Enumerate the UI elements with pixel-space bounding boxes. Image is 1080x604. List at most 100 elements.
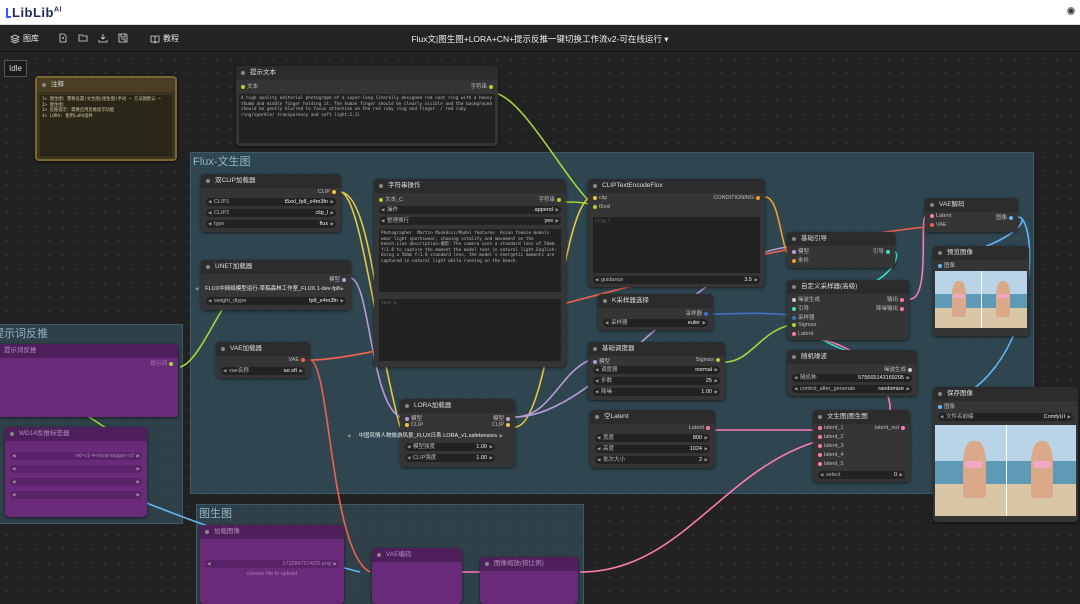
output-sigmas[interactable]: Sigmas (696, 357, 722, 363)
input-text-c[interactable]: 文本_C (377, 195, 403, 203)
input-latent-5[interactable]: latent_5 (816, 461, 844, 467)
operation-widget[interactable]: 操作append (379, 206, 561, 214)
basic-scheduler-node[interactable]: 基础调度器 模型 Sigmas 调度器normal 步数25 降噪1.00 (588, 342, 725, 400)
string-a-textarea[interactable]: Photographer Martin Munkácsi/Model featu… (379, 229, 561, 292)
clip-l-textarea[interactable]: clip_l (593, 217, 760, 273)
height-widget[interactable]: 高度1024 (595, 445, 710, 453)
sampler-widget[interactable]: 采样器euler (603, 319, 708, 327)
node-canvas[interactable]: Flux-文生图 提示词反推 图生图 Idle 注释 1> 图生图：需要设置(文… (0, 52, 1080, 604)
input-latent[interactable]: Latent (928, 213, 951, 219)
vae-encode-node[interactable]: VAE编码 (372, 548, 462, 604)
input-model[interactable]: 模型 (790, 247, 809, 255)
output-clip[interactable]: CLIP (318, 189, 338, 195)
input-guider[interactable]: 引导 (790, 304, 809, 312)
tagger-model-widget[interactable]: wd-v1-4-moat-tagger-v2 (10, 452, 142, 460)
input-latent-1[interactable]: latent_1 (816, 425, 844, 431)
preview-image-node[interactable]: 预览图像 图像 (933, 246, 1029, 336)
settings-icon[interactable] (1067, 7, 1075, 15)
random-noise-node[interactable]: 随机噪波 噪波生成 随机种575665143169205 control_aft… (787, 350, 917, 396)
output-latent[interactable]: Latent (689, 425, 712, 431)
input-sigmas[interactable]: Sigmas (790, 322, 816, 328)
unet-name-widget[interactable]: FLUX中网络模型运行-草稿森林工作室_FLUX.1-dev-fp8 (193, 285, 346, 293)
upload-button[interactable]: choose file to upload (200, 571, 344, 577)
input-latent-3[interactable]: latent_3 (816, 443, 844, 449)
custom-sampler-advanced-node[interactable]: 自定义采样器(高级) 噪波生成 引导 采样器 Sigmas Latent 输出 … (787, 280, 909, 340)
output-clip[interactable]: CLIP (492, 422, 512, 428)
output-output[interactable]: 输出 (887, 295, 906, 303)
preview-image[interactable] (935, 271, 1027, 328)
load-image-node[interactable]: 加载图像 1732847574ZD.png choose file to upl… (200, 525, 344, 604)
tagger-exclude-widget[interactable] (10, 491, 142, 499)
select-widget[interactable]: select0 (818, 471, 905, 479)
clip-text-encode-flux-node[interactable]: CLIPTextEncodeFlux clip t5xxl CONDITIONI… (588, 179, 765, 287)
output-guider[interactable]: 引导 (873, 247, 892, 255)
image-scale-node[interactable]: 图像缩放(按比例) (480, 557, 578, 604)
weight-dtype-widget[interactable]: weight_dtypefp8_e4m3fn (206, 297, 346, 305)
noise-seed-widget[interactable]: 随机种575665143169205 (792, 374, 912, 382)
guidance-widget[interactable]: guidance3.5 (593, 276, 760, 284)
vae-decode-node[interactable]: VAE解码 Latent VAE 图像 (925, 198, 1018, 232)
unet-loader-node[interactable]: UNET加载器 模型 FLUX中网络模型运行-草稿森林工作室_FLUX.1-de… (195, 260, 351, 310)
width-widget[interactable]: 宽度800 (595, 434, 710, 442)
prompt-textarea[interactable]: A high quality editorial photograph of a… (239, 94, 495, 143)
input-text[interactable]: 文本 (239, 82, 258, 90)
ksampler-select-node[interactable]: K采样器选择 采样器 采样器euler (598, 294, 713, 330)
type-widget[interactable]: typeflux (206, 220, 336, 228)
input-vae[interactable]: VAE (928, 222, 947, 228)
input-image[interactable]: 图像 (936, 402, 955, 410)
empty-latent-node[interactable]: 空Latent Latent 宽度800 高度1024 批次大小2 (590, 410, 715, 468)
output-latent[interactable]: latent_out (875, 425, 907, 431)
output-image[interactable]: 图像 (996, 213, 1015, 221)
input-sampler[interactable]: 采样器 (790, 313, 815, 321)
tagger-threshold-widget[interactable] (10, 465, 142, 473)
steps-widget[interactable]: 步数25 (593, 377, 720, 385)
output-conditioning[interactable]: CONDITIONING (713, 195, 762, 201)
save-image-node[interactable]: 保存图像 图像 文件名前缀ComfyUI (933, 387, 1078, 522)
note-text[interactable]: 1> 图生图：需要设置(文生图|图生图)手动 ~ 方法图默认 ~2> 图生图： 3… (40, 95, 172, 156)
prompt-text-node[interactable]: 提示文本 文本 字符串 A high quality editorial pho… (236, 66, 498, 146)
wd14-tagger-node[interactable]: WD14反推标签器 wd-v1-4-moat-tagger-v2 (5, 427, 147, 517)
input-image[interactable]: 图像 (936, 261, 955, 269)
workflow-title[interactable]: Flux文|图生图+LORA+CN+提示反推一键切换工作流v2-可在线运行 ▾ (0, 33, 1080, 45)
saved-image[interactable] (935, 425, 1076, 516)
output-sampler[interactable]: 采样器 (685, 309, 710, 317)
output-model[interactable]: 模型 (329, 275, 348, 283)
liblib-logo[interactable]: LibLibAI (6, 5, 62, 20)
t2i-i2i-switch-node[interactable]: 文生图|图生图 latent_1 latent_2 latent_3 laten… (813, 410, 910, 482)
clip1-widget[interactable]: CLIP1t5xxl_fp8_e4m3fn (206, 198, 336, 206)
filename-prefix-widget[interactable]: 文件名前缀ComfyUI (938, 413, 1073, 421)
clip2-widget[interactable]: CLIP2clip_l (206, 209, 336, 217)
tidy-newline-widget[interactable]: 整理换行yes (379, 217, 561, 225)
vae-name-widget[interactable]: vae名称ae.sft (221, 367, 305, 375)
tagger-char-threshold-widget[interactable] (10, 478, 142, 486)
prompt-reverse-node[interactable]: 提示词反推 提示词 (0, 344, 178, 417)
string-operation-node[interactable]: 字符串操作 文本_C 字符串 操作append 整理换行yes Photogra… (374, 179, 566, 367)
input-latent[interactable]: Latent (790, 331, 813, 337)
output-string[interactable]: 字符串 (470, 82, 495, 90)
input-clip[interactable]: clip (591, 195, 607, 201)
basic-guider-node[interactable]: 基础引导 模型 条件 引导 (787, 232, 895, 268)
vae-loader-node[interactable]: VAE加载器 VAE vae名称ae.sft (216, 342, 310, 378)
input-noise[interactable]: 噪波生成 (790, 295, 820, 303)
string-b-textarea[interactable]: text_b (379, 299, 561, 361)
lora-name-widget[interactable]: 中国风情人物旅游风景_FLUX日系 LORA_v1.safetensors (345, 432, 505, 440)
output-denoised[interactable]: 降噪输出 (876, 304, 906, 312)
output-noise[interactable]: 噪波生成 (884, 365, 914, 373)
output-prompt[interactable]: 提示词 (150, 359, 175, 367)
input-latent-4[interactable]: latent_4 (816, 452, 844, 458)
input-latent-2[interactable]: latent_2 (816, 434, 844, 440)
lora-loader-node[interactable]: LORA加载器 模型 CLIP 模型 CLIP 中国风情人物旅游风景_FLUX日… (347, 399, 515, 467)
output-string[interactable]: 字符串 (538, 195, 563, 203)
batch-size-widget[interactable]: 批次大小2 (595, 456, 710, 464)
input-t5xxl[interactable]: t5xxl (591, 204, 610, 210)
input-model[interactable]: 模型 (591, 357, 610, 365)
input-clip[interactable]: CLIP (403, 422, 423, 428)
control-after-generate-widget[interactable]: control_after_generaterandomize (792, 385, 912, 393)
output-model[interactable]: 模型 (493, 414, 512, 422)
input-model[interactable]: 模型 (403, 414, 422, 422)
model-strength-widget[interactable]: 模型强度1.00 (405, 443, 495, 451)
input-conditioning[interactable]: 条件 (790, 256, 809, 264)
image-file-widget[interactable]: 1732847574ZD.png (205, 560, 339, 568)
note-node[interactable]: 注释 1> 图生图：需要设置(文生图|图生图)手动 ~ 方法图默认 ~2> 图生… (35, 76, 177, 161)
dual-clip-loader-node[interactable]: 双CLIP加载器 CLIP CLIP1t5xxl_fp8_e4m3fn CLIP… (201, 174, 341, 232)
